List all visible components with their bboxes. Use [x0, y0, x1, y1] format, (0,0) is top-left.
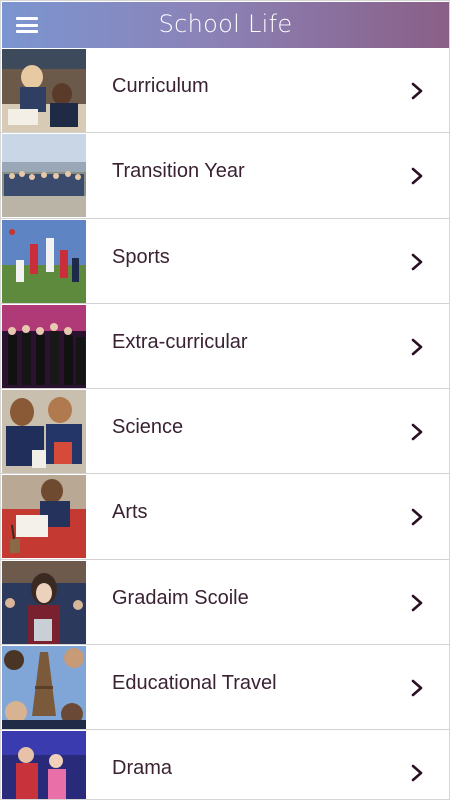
educational-travel-thumbnail: [2, 646, 86, 730]
list-item-label: Educational Travel: [112, 672, 277, 695]
list-item-educational-travel[interactable]: Educational Travel: [1, 645, 449, 731]
list-item-label: Drama: [112, 757, 173, 780]
list-item-label: Curriculum: [112, 75, 209, 97]
list-item-transition-year[interactable]: Transition Year: [1, 133, 449, 219]
arts-thumbnail: [2, 475, 86, 559]
list-item-label: Transition Year: [112, 160, 245, 183]
list-item-extra-curricular[interactable]: Extra-curricular: [1, 303, 449, 390]
chevron-right-icon: [411, 594, 423, 612]
list-item-label: Gradaim Scoile: [112, 586, 249, 609]
list-item-science[interactable]: Science: [1, 389, 449, 475]
extra-curricular-thumbnail: [2, 304, 86, 388]
chevron-right-icon: [411, 423, 423, 441]
list-item-drama[interactable]: Drama: [1, 730, 449, 799]
chevron-right-icon: [411, 508, 423, 526]
school-life-list: Curriculum Transition Year Sports Extra-…: [1, 48, 449, 799]
list-item-gradaim-scoile[interactable]: Gradaim Scoile: [1, 559, 449, 646]
chevron-right-icon: [411, 167, 423, 185]
science-thumbnail: [2, 390, 86, 474]
list-item-label: Extra-curricular: [112, 330, 248, 353]
list-item-sports[interactable]: Sports: [1, 218, 449, 304]
curriculum-thumbnail: [2, 49, 86, 132]
sports-thumbnail: [2, 219, 86, 303]
list-item-label: Arts: [112, 501, 148, 524]
list-item-label: Science: [112, 416, 184, 439]
list-item-arts[interactable]: Arts: [1, 474, 449, 560]
transition-year-thumbnail: [2, 134, 86, 218]
header-bar: School Life: [2, 2, 449, 48]
chevron-right-icon: [411, 764, 423, 782]
gradaim-scoile-thumbnail: [2, 560, 86, 644]
list-item-label: Sports: [112, 245, 170, 268]
drama-thumbnail: [2, 731, 86, 799]
chevron-right-icon: [411, 679, 423, 697]
list-item-curriculum[interactable]: Curriculum: [1, 48, 449, 134]
chevron-right-icon: [411, 253, 423, 271]
chevron-right-icon: [411, 338, 423, 356]
page-title: School Life: [158, 10, 293, 38]
app-screen: School Life Curriculum Transition Year S…: [0, 0, 450, 800]
chevron-right-icon: [411, 82, 423, 100]
